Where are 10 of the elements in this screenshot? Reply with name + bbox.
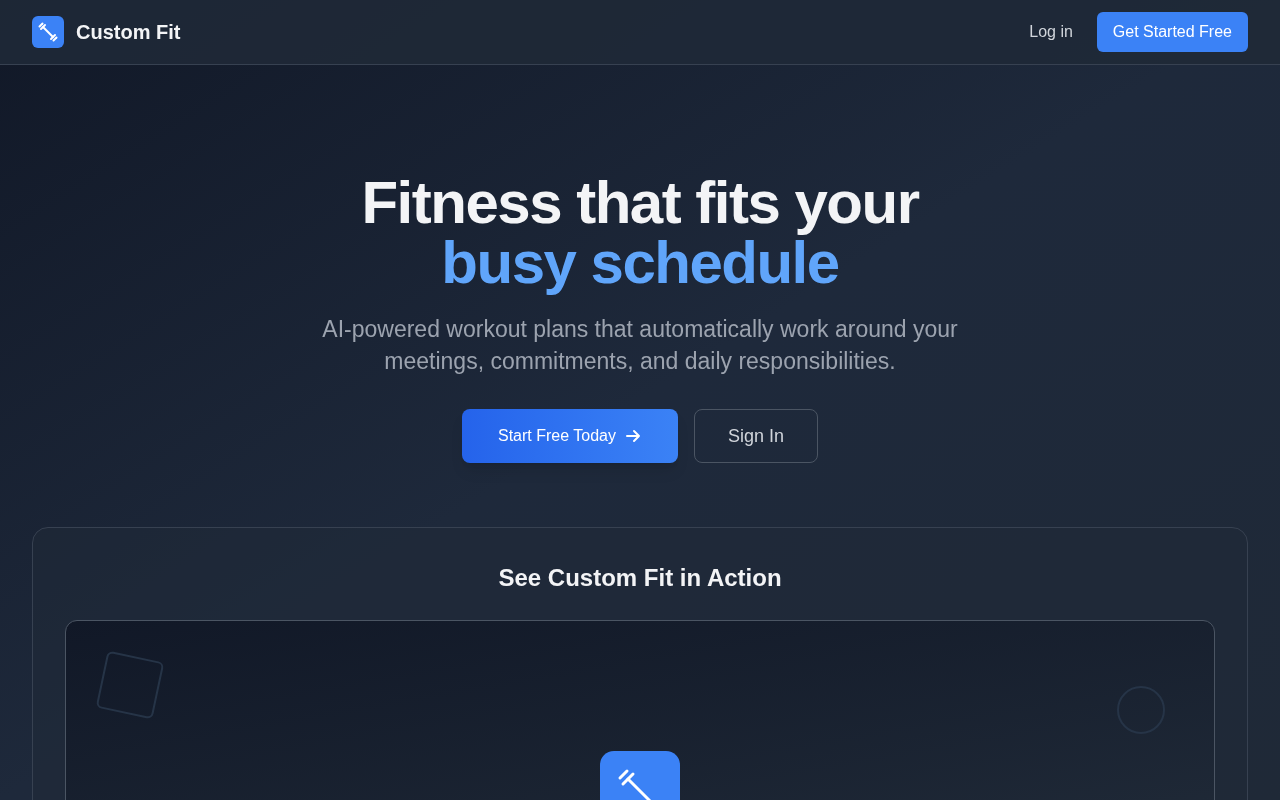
sign-in-button[interactable]: Sign In [694,409,818,463]
login-link[interactable]: Log in [1021,12,1081,52]
hero-title: Fitness that fits your [361,173,919,233]
get-started-button[interactable]: Get Started Free [1096,12,1248,52]
arrow-right-icon [624,427,642,445]
brand-name: Custom Fit [76,20,181,45]
dumbbell-logo-icon [32,16,64,48]
demo-title: See Custom Fit in Action [498,563,782,593]
hero-subtitle: AI-powered workout plans that automatically work around your meetings, commitments, and daily responsibilities. [321,315,959,376]
start-free-button[interactable]: Start Free Today [462,409,678,463]
